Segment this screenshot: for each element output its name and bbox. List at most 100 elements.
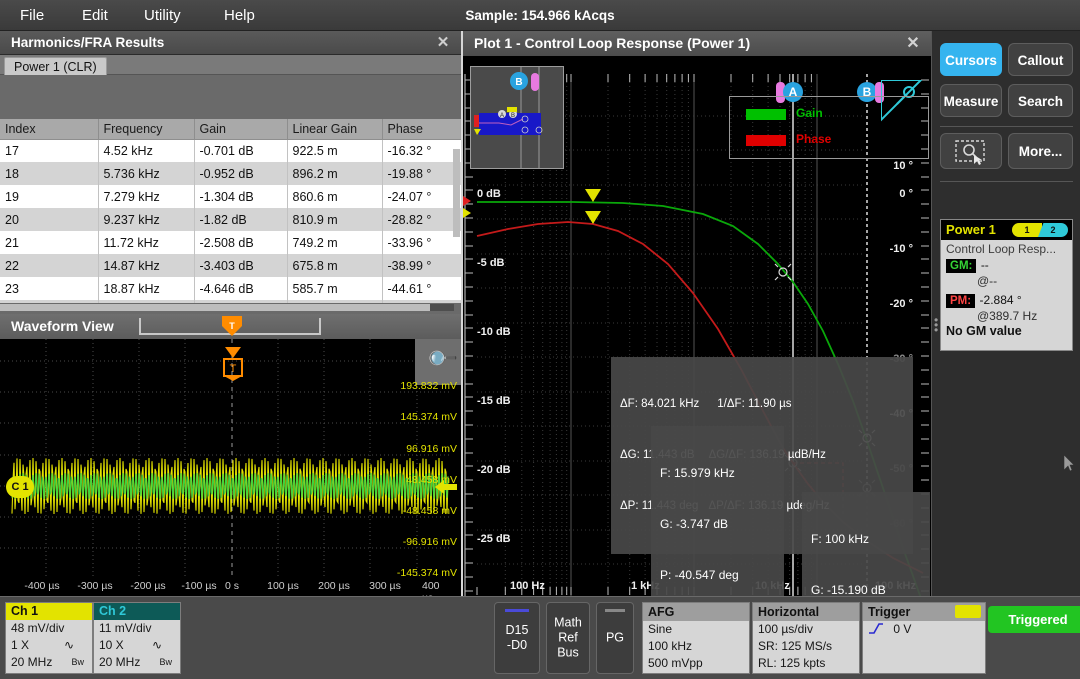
channel-1-level-arrow-icon[interactable] bbox=[435, 478, 457, 496]
results-horizontal-scrollbar[interactable] bbox=[0, 304, 454, 311]
inv-delta-f: 1/ΔF: 11.90 µs bbox=[717, 398, 791, 410]
results-table-scroll[interactable]: Index Frequency Gain Linear Gain Phase 1… bbox=[0, 75, 461, 303]
plot-close-icon[interactable]: ✕ bbox=[903, 31, 923, 56]
cell-linear-gain: 810.9 m bbox=[287, 208, 382, 231]
channel-1-badge[interactable]: Ch 1 48 mV/div 1 X ∿ 20 MHz Bᴡ bbox=[5, 602, 93, 674]
cell-phase: -33.96 ° bbox=[382, 231, 461, 254]
measure-button[interactable]: Measure bbox=[940, 84, 1002, 117]
close-icon[interactable]: ✕ bbox=[433, 31, 453, 55]
cell-linear-gain: 922.5 m bbox=[287, 139, 382, 162]
pg-color-cap bbox=[605, 609, 625, 612]
chip-source-1: 1 bbox=[1012, 223, 1042, 237]
cell-phase: -44.61 ° bbox=[382, 277, 461, 300]
mouse-pointer-icon bbox=[1064, 455, 1075, 472]
trigger-badge[interactable]: Trigger 0 V bbox=[862, 602, 986, 674]
horizontal-title: Horizontal bbox=[753, 603, 859, 621]
plot-navigator-thumbnail[interactable]: A B B bbox=[470, 66, 564, 169]
cell-gain: -6.004 dB bbox=[194, 300, 287, 303]
math-ref-bus-button[interactable]: Math Ref Bus bbox=[546, 602, 590, 674]
svg-text:B: B bbox=[515, 77, 522, 88]
channel-2-badge[interactable]: Ch 2 11 mV/div 10 X ∿ 20 MHz Bᴡ bbox=[93, 602, 181, 674]
table-row[interactable]: 174.52 kHz-0.701 dB922.5 m-16.32 ° bbox=[0, 139, 461, 162]
gm-value: -- bbox=[981, 258, 989, 272]
cell-phase: -24.07 ° bbox=[382, 185, 461, 208]
cell-phase: -48.31 ° bbox=[382, 300, 461, 303]
more-button[interactable]: More... bbox=[1008, 133, 1073, 169]
cell-frequency: 14.87 kHz bbox=[98, 254, 194, 277]
callout-button[interactable]: Callout bbox=[1008, 43, 1073, 76]
trigger-handle-mini-icon[interactable]: T bbox=[222, 316, 242, 338]
results-vertical-scrollbar[interactable] bbox=[453, 149, 460, 237]
cursor-a-phase: P: -40.547 deg bbox=[660, 567, 775, 584]
trigger-marker-icon[interactable]: T bbox=[221, 347, 245, 381]
panel-resize-handle[interactable]: ••• bbox=[934, 318, 938, 333]
gain-axis-tick-label: -20 dB bbox=[477, 464, 511, 476]
channel-1-probe: 1 X bbox=[11, 638, 29, 652]
cell-gain: -2.508 dB bbox=[194, 231, 287, 254]
channel-2-coupling-icon: ∿ bbox=[152, 637, 162, 654]
gain-axis-tick-label: -15 dB bbox=[477, 395, 511, 407]
table-row[interactable]: 2111.72 kHz-2.508 dB749.2 m-33.96 ° bbox=[0, 231, 461, 254]
waveform-view-panel: Waveform View T bbox=[0, 314, 461, 596]
zoom-region-icon bbox=[954, 139, 988, 165]
cell-frequency: 11.72 kHz bbox=[98, 231, 194, 254]
channel-2-probe-row: 10 X ∿ bbox=[94, 637, 180, 654]
table-row[interactable]: 185.736 kHz-0.952 dB896.2 m-19.88 ° bbox=[0, 162, 461, 185]
badge-title: Power 1 bbox=[946, 222, 996, 237]
afg-waveform: Sine bbox=[643, 621, 749, 638]
cell-index: 24 bbox=[0, 300, 98, 303]
col-index: Index bbox=[0, 119, 98, 139]
svg-text:T: T bbox=[230, 363, 237, 375]
cell-phase: -19.88 ° bbox=[382, 162, 461, 185]
table-row[interactable]: 209.237 kHz-1.82 dB810.9 m-28.82 ° bbox=[0, 208, 461, 231]
afg-badge[interactable]: AFG Sine 100 kHz 500 mVpp bbox=[642, 602, 750, 674]
table-row[interactable]: 2423.95 kHz-6.004 dB501 m-48.31 ° bbox=[0, 300, 461, 303]
cell-frequency: 4.52 kHz bbox=[98, 139, 194, 162]
pm-at-frequency: @389.7 Hz bbox=[941, 309, 1072, 323]
navigator-minimap: A B B bbox=[471, 67, 563, 168]
gain-axis-tick-label: -10 dB bbox=[477, 326, 511, 338]
zoom-region-button[interactable] bbox=[940, 133, 1002, 169]
trigger-state-indicator[interactable]: Triggered bbox=[988, 606, 1080, 633]
zoom-magnifier-icon[interactable]: 🔍 bbox=[415, 339, 461, 385]
table-row[interactable]: 2318.87 kHz-4.646 dB585.7 m-44.61 ° bbox=[0, 277, 461, 300]
horizontal-scale: 100 µs/div bbox=[753, 621, 859, 638]
table-row[interactable]: 197.279 kHz-1.304 dB860.6 m-24.07 ° bbox=[0, 185, 461, 208]
cursors-button[interactable]: Cursors bbox=[940, 43, 1002, 76]
table-row[interactable]: 2214.87 kHz-3.403 dB675.8 m-38.99 ° bbox=[0, 254, 461, 277]
plot-body[interactable]: A B B A B bbox=[463, 56, 931, 596]
col-gain: Gain bbox=[194, 119, 287, 139]
legend-label-phase: Phase bbox=[796, 132, 831, 146]
horizontal-badge[interactable]: Horizontal 100 µs/div SR: 125 MS/s RL: 1… bbox=[752, 602, 860, 674]
phase-axis-tick-label: 10 ° bbox=[893, 160, 913, 172]
results-table: Index Frequency Gain Linear Gain Phase 1… bbox=[0, 119, 461, 303]
time-label: 400 µs bbox=[422, 580, 448, 596]
bandwidth-limit-icon: Bᴡ bbox=[71, 654, 84, 671]
tab-power-1-clr[interactable]: Power 1 (CLR) bbox=[4, 57, 107, 75]
trigger-source-chip bbox=[955, 605, 981, 618]
pattern-generator-button[interactable]: PG bbox=[596, 602, 634, 674]
cell-gain: -0.701 dB bbox=[194, 139, 287, 162]
gain-axis-tick-label: 0 dB bbox=[477, 188, 501, 200]
digital-channels-button[interactable]: D15 -D0 bbox=[494, 602, 540, 674]
waveform-canvas[interactable]: T 🔍 193.832 mV145.374 mV96.916 mV48.458 … bbox=[0, 339, 461, 596]
cell-phase: -38.99 ° bbox=[382, 254, 461, 277]
search-button[interactable]: Search bbox=[1008, 84, 1073, 117]
results-tabstrip: Power 1 (CLR) bbox=[0, 55, 461, 75]
channel-1-bw-row: 20 MHz Bᴡ bbox=[6, 654, 92, 671]
gm-at-frequency: @-- bbox=[941, 274, 1072, 288]
trigger-title: Trigger bbox=[863, 603, 985, 621]
channel-2-title: Ch 2 bbox=[94, 603, 180, 620]
power-1-measurement-badge[interactable]: Power 1 1 2 Control Loop Resp... GM: -- … bbox=[940, 219, 1073, 351]
channel-1-probe-row: 1 X ∿ bbox=[6, 637, 92, 654]
time-label: -200 µs bbox=[130, 580, 165, 592]
time-label: 100 µs bbox=[267, 580, 299, 592]
voltage-label: 193.832 mV bbox=[400, 380, 457, 392]
cell-linear-gain: 675.8 m bbox=[287, 254, 382, 277]
pg-label: PG bbox=[597, 631, 633, 646]
oscilloscope-app: File Edit Utility Help Sample: 154.966 k… bbox=[0, 0, 1080, 679]
cell-gain: -0.952 dB bbox=[194, 162, 287, 185]
channel-1-waveform-badge[interactable]: C 1 bbox=[6, 476, 34, 498]
cell-index: 19 bbox=[0, 185, 98, 208]
voltage-label: 96.916 mV bbox=[406, 443, 457, 455]
